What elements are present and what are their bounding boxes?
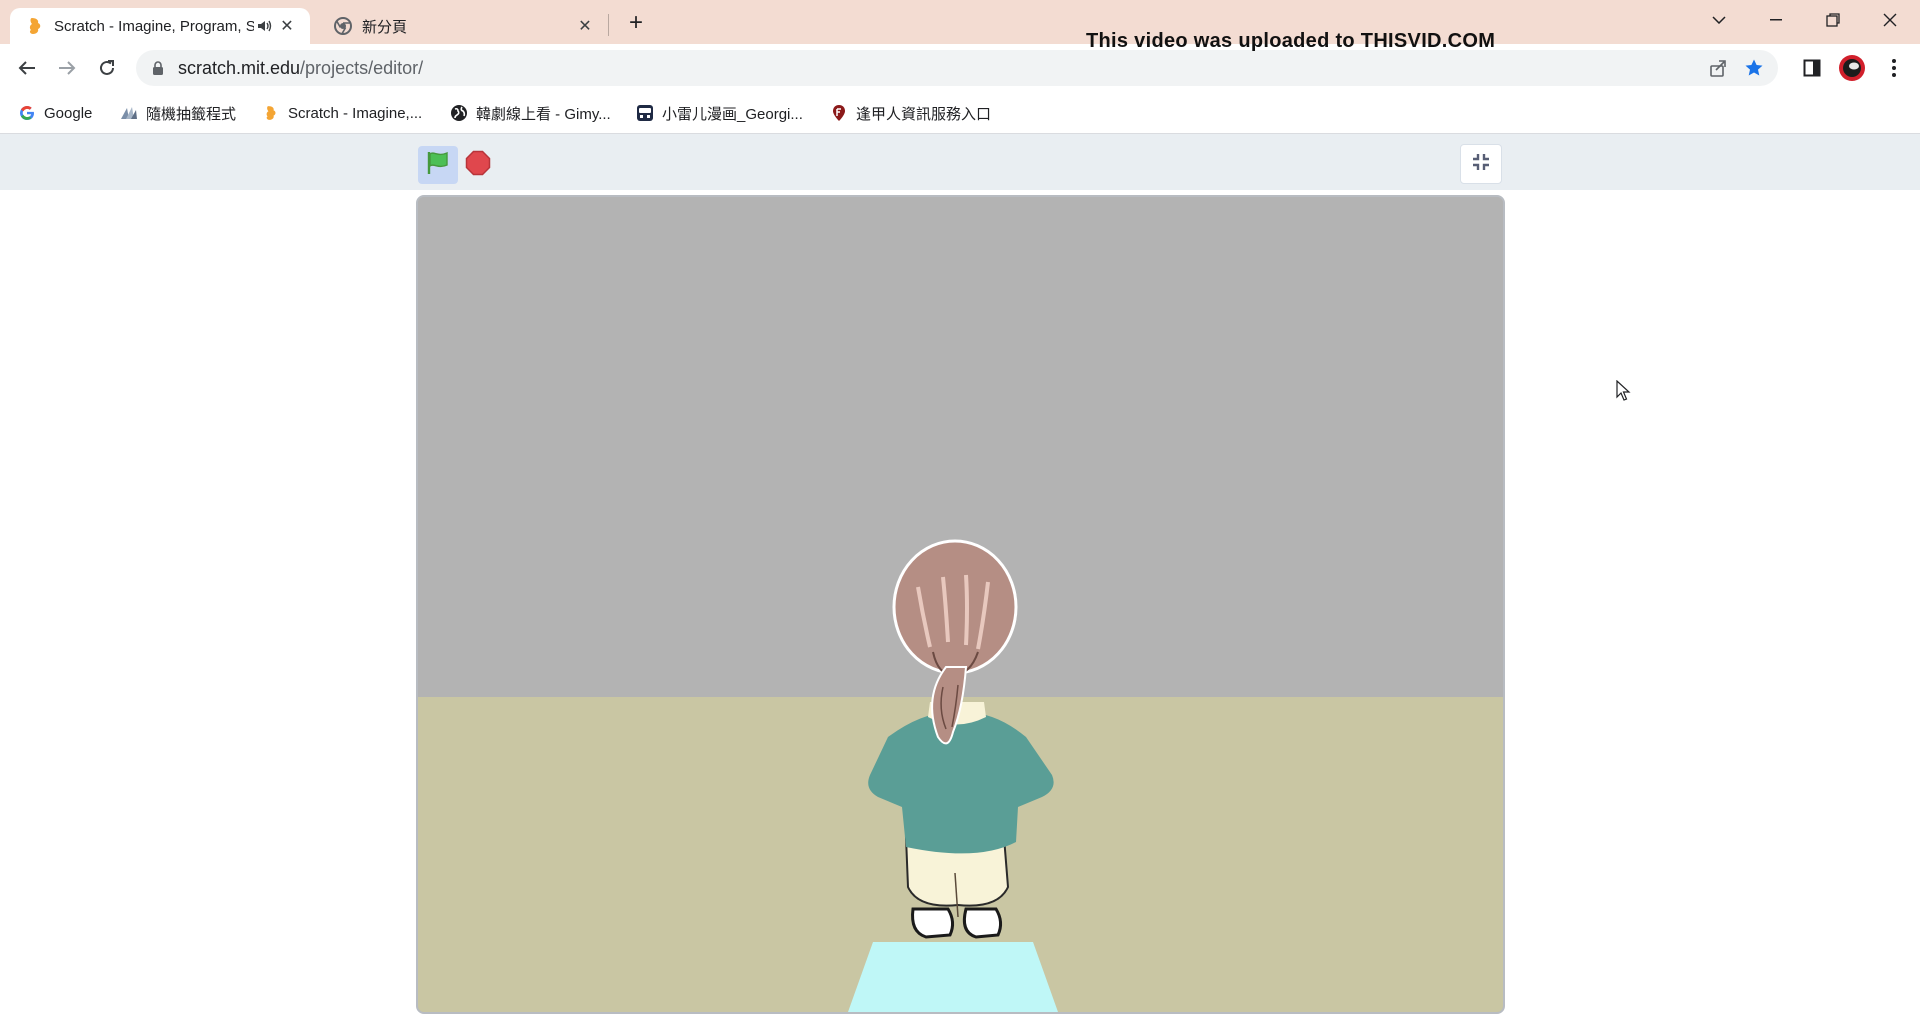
- bookmark-label: 韓劇線上看 - Gimy...: [476, 105, 611, 123]
- profile-avatar[interactable]: [1838, 54, 1866, 82]
- new-tab-button[interactable]: +: [622, 9, 650, 37]
- draw-lots-icon: [120, 104, 138, 122]
- bookmark-label: Scratch - Imagine,...: [288, 104, 423, 122]
- mouse-cursor-icon: [1616, 379, 1632, 407]
- url-text: scratch.mit.edu/projects/editor/: [178, 58, 1700, 79]
- exit-fullscreen-icon: [1471, 152, 1491, 177]
- close-tab-icon[interactable]: ✕: [276, 15, 298, 37]
- side-panel-icon[interactable]: [1798, 54, 1826, 82]
- lock-icon[interactable]: [150, 61, 166, 75]
- fcu-icon: [830, 104, 848, 122]
- bookmarks-bar: Google 隨機抽籤程式 Scratch - Imagine,... 韓劇線上…: [0, 92, 1920, 134]
- reload-button[interactable]: [91, 52, 123, 84]
- tab-title: 新分頁: [362, 18, 408, 36]
- speaker-icon[interactable]: [254, 19, 276, 33]
- project-stage[interactable]: [416, 195, 1505, 1014]
- comic-icon: [636, 104, 654, 122]
- stop-button[interactable]: [465, 150, 491, 181]
- globe-icon: [450, 104, 468, 122]
- green-flag-icon: [425, 150, 451, 181]
- close-tab-icon[interactable]: ✕: [574, 15, 596, 37]
- bookmark-label: 小雷儿漫画_Georgi...: [662, 105, 803, 123]
- watermark-text: This video was uploaded to THISVID.COM: [1086, 30, 1496, 52]
- bookmark-draw-lots[interactable]: 隨機抽籤程式: [120, 102, 236, 124]
- bookmark-gimy[interactable]: 韓劇線上看 - Gimy...: [450, 102, 611, 124]
- tab-strip: Scratch - Imagine, Program, Share ✕ 新分頁 …: [0, 0, 1920, 44]
- chrome-icon: [334, 17, 352, 35]
- forward-button[interactable]: [51, 52, 83, 84]
- bookmark-label: 隨機抽籤程式: [146, 105, 237, 123]
- bookmark-label: Google: [44, 104, 93, 122]
- url-path: /projects/editor/: [300, 57, 424, 78]
- bookmark-label: 逢甲人資訊服務入口: [856, 105, 992, 123]
- close-window-button[interactable]: [1867, 4, 1913, 36]
- player-controls-bar: [0, 134, 1920, 190]
- bookmark-star-icon[interactable]: [1736, 58, 1772, 78]
- share-icon[interactable]: [1700, 59, 1736, 77]
- google-icon: [18, 104, 36, 122]
- bookmark-fcu[interactable]: 逢甲人資訊服務入口: [830, 102, 991, 124]
- minimize-button[interactable]: [1753, 4, 1799, 36]
- floor-mat: [848, 942, 1058, 1012]
- green-flag-button[interactable]: [418, 146, 458, 184]
- stop-icon: [465, 150, 491, 181]
- bookmark-scratch[interactable]: Scratch - Imagine,...: [262, 102, 422, 124]
- tab-separator: [608, 14, 609, 36]
- restore-button[interactable]: [1810, 4, 1856, 36]
- menu-dots-icon[interactable]: [1880, 54, 1908, 82]
- browser-toolbar: scratch.mit.edu/projects/editor/: [0, 44, 1920, 92]
- url-host: scratch.mit.edu: [178, 57, 301, 78]
- tab-new-tab[interactable]: 新分頁 ✕: [318, 8, 608, 44]
- exit-fullscreen-button[interactable]: [1460, 144, 1502, 184]
- stage-canvas: [418, 197, 1503, 1012]
- back-button[interactable]: [11, 52, 43, 84]
- scratch-icon: [262, 104, 280, 122]
- tab-scratch[interactable]: Scratch - Imagine, Program, Share ✕: [10, 8, 310, 44]
- tab-title: Scratch - Imagine, Program, Share: [54, 17, 254, 35]
- tab-search-icon[interactable]: [1696, 4, 1742, 36]
- bookmark-google[interactable]: Google: [18, 102, 92, 124]
- address-bar[interactable]: scratch.mit.edu/projects/editor/: [136, 50, 1778, 86]
- bookmark-comic[interactable]: 小雷儿漫画_Georgi...: [636, 102, 803, 124]
- scratch-favicon-icon: [26, 17, 44, 35]
